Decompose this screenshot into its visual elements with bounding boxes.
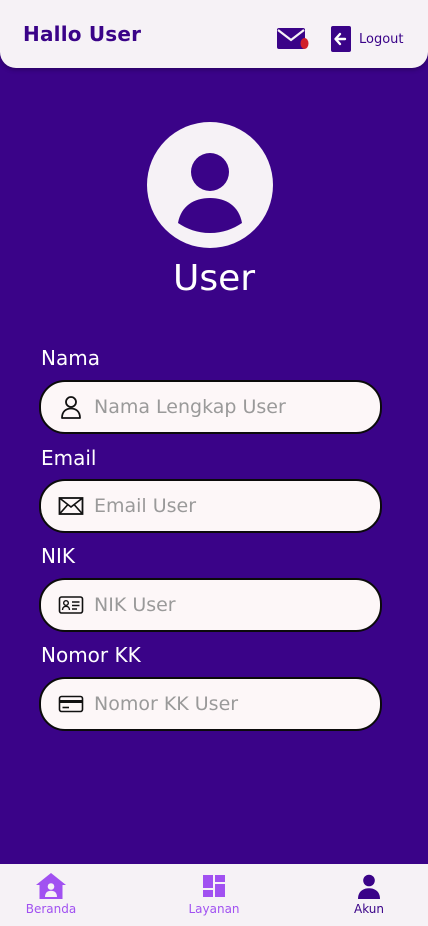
nav-akun[interactable]: Akun [319,872,419,916]
nama-field-container[interactable] [39,380,382,434]
email-label: Email [41,446,97,470]
logout-label: Logout [359,31,404,47]
nav-layanan[interactable]: Layanan [164,872,264,916]
arrow-left-box-icon [331,26,351,52]
nomor-kk-label: Nomor KK [41,643,141,667]
person-icon [358,874,380,899]
email-field-container[interactable] [39,479,382,533]
id-card-icon [58,596,84,614]
bottom-navigation: Beranda Layanan Akun [0,864,428,926]
nama-label: Nama [41,346,100,370]
nav-beranda[interactable]: Beranda [1,872,101,916]
nav-beranda-label: Beranda [25,902,77,916]
dashboard-icon [203,875,225,897]
nik-label: NIK [41,544,75,568]
nama-input[interactable] [94,382,364,432]
envelope-icon [58,497,84,515]
home-icon [36,873,66,899]
app-header: Hallo User Logout [0,0,428,68]
nav-layanan-label: Layanan [188,902,240,916]
greeting-text: Hallo User [23,22,142,46]
email-input[interactable] [94,481,364,531]
credit-card-icon [58,695,84,713]
nik-input[interactable] [94,580,364,630]
person-icon [61,396,81,419]
nik-field-container[interactable] [39,578,382,632]
user-avatar-icon [147,122,273,248]
nomor-kk-field-container[interactable] [39,677,382,731]
logout-button[interactable]: Logout [330,26,404,52]
nav-akun-label: Akun [354,902,384,916]
mail-icon[interactable] [276,26,310,52]
nomor-kk-input[interactable] [94,679,364,729]
profile-name: User [172,258,256,299]
